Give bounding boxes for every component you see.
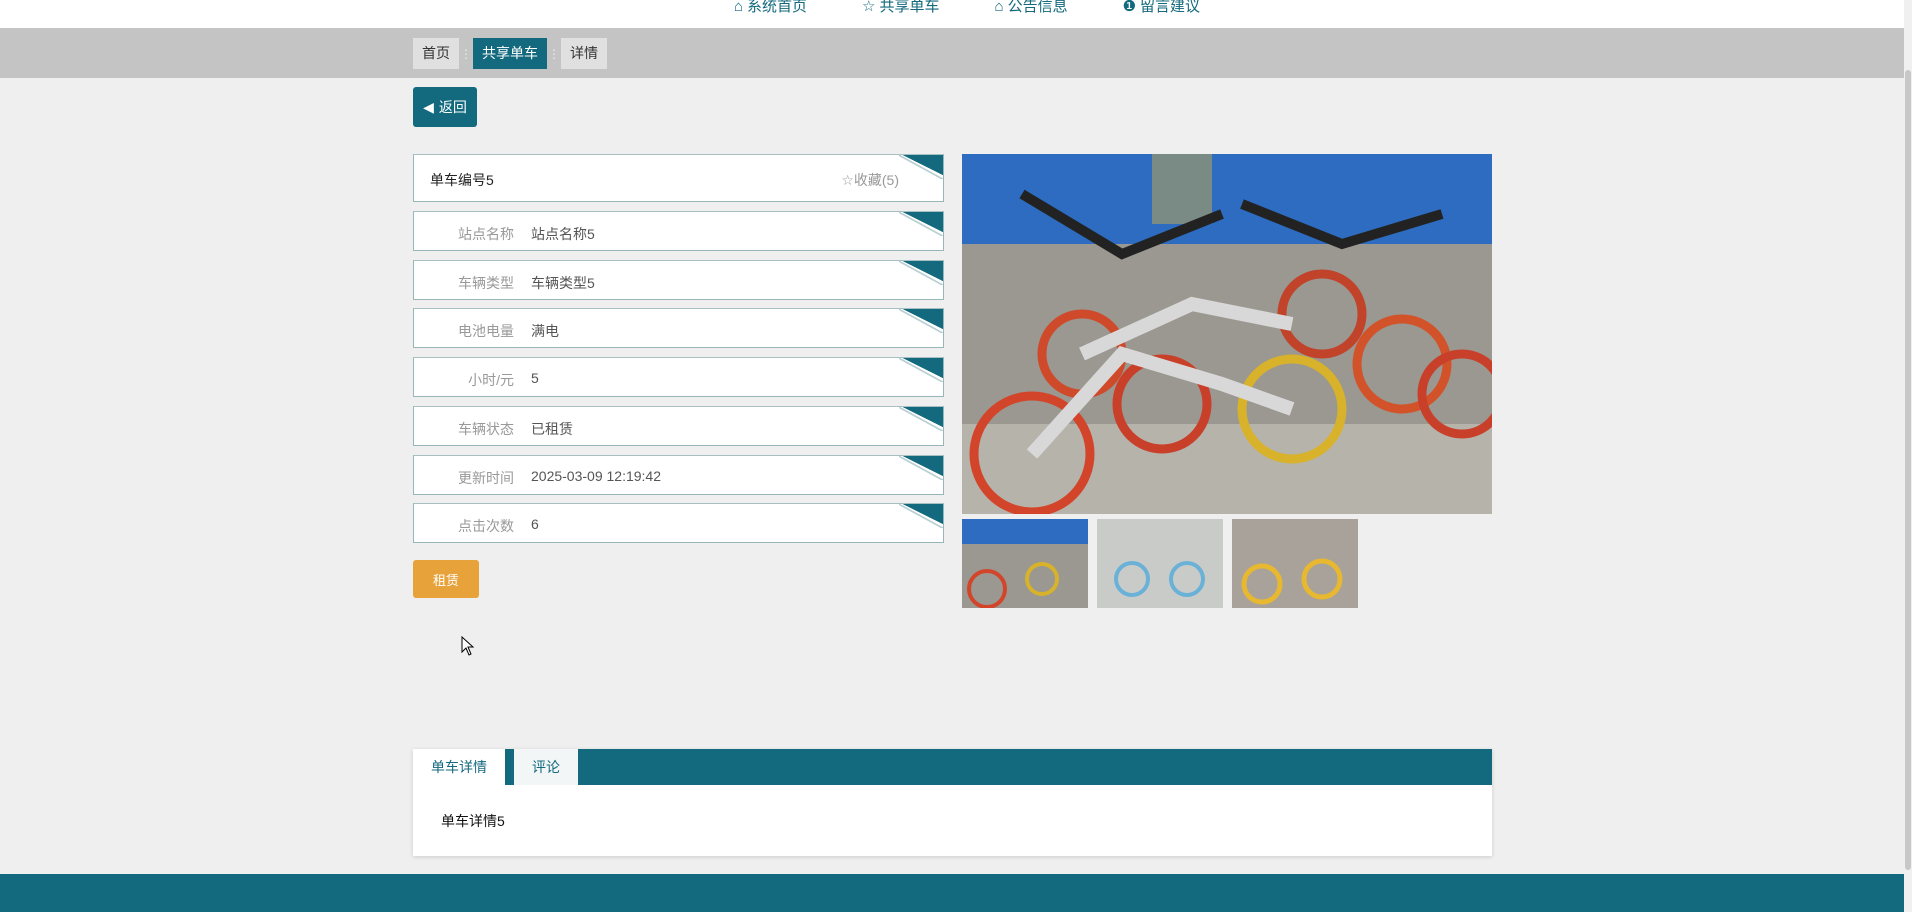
scrollbar-thumb[interactable] (1905, 70, 1911, 870)
thumbnail-1[interactable] (962, 519, 1088, 608)
back-label: 返回 (438, 99, 467, 115)
breadcrumb-bar: 首页 ⋮ 共享单车 ⋮ 详情 (0, 28, 1904, 78)
field-row: 车辆类型 车辆类型5 (413, 259, 944, 300)
corner-decoration (903, 358, 943, 379)
scrollbar[interactable] (1904, 0, 1912, 912)
nav-label: 系统首页 (747, 0, 808, 15)
bike-title: 单车编号5 (430, 172, 494, 188)
thumbnail-2[interactable] (1097, 519, 1223, 608)
breadcrumb-home[interactable]: 首页 (413, 38, 459, 69)
field-value: 满电 (531, 323, 559, 340)
field-value: 5 (531, 370, 539, 387)
field-value: 站点名称5 (531, 226, 595, 242)
corner-decoration (903, 155, 943, 175)
corner-decoration (903, 455, 943, 476)
nav-bikes[interactable]: ☆ 共享单车 (862, 0, 939, 28)
nav-label: 公告信息 (1007, 0, 1068, 15)
field-label: 站点名称 (458, 226, 514, 242)
breadcrumb-detail: 详情 (561, 38, 607, 69)
corner-decoration (903, 260, 943, 281)
thumbnail-3[interactable] (1232, 519, 1358, 608)
field-label: 车辆类型 (458, 274, 514, 291)
bag-icon: ⌂ (994, 0, 1004, 15)
breadcrumb-bikes[interactable]: 共享单车 (473, 38, 547, 69)
tab-bar: 单车详情 评论 (413, 749, 1492, 785)
field-value: 6 (531, 516, 539, 533)
nav-label: 留言建议 (1140, 0, 1201, 15)
top-nav: ⌂ 系统首页 ☆ 共享单车 ⌂ 公告信息 ❶ 留言建议 (0, 0, 1904, 28)
nav-label: 共享单车 (879, 0, 940, 15)
field-label: 车辆状态 (458, 420, 514, 437)
breadcrumb-separator: ⋮ (548, 46, 560, 61)
field-row: 车辆状态 已租赁 (413, 405, 944, 446)
nav-home[interactable]: ⌂ 系统首页 (734, 0, 807, 28)
favorite-button[interactable]: ☆收藏(5) (841, 170, 899, 190)
breadcrumb-separator: ⋮ (460, 46, 472, 61)
field-value: 2025-03-09 12:19:42 (531, 467, 661, 484)
field-label: 小时/元 (468, 372, 514, 389)
rent-button[interactable]: 租赁 (413, 560, 479, 598)
home-icon: ⌂ (733, 0, 744, 15)
field-row: 更新时间 2025-03-09 12:19:42 (413, 454, 944, 495)
corner-decoration (903, 504, 943, 525)
field-label: 更新时间 (458, 469, 514, 486)
nav-feedback[interactable]: ❶ 留言建议 (1123, 0, 1200, 28)
field-row: 小时/元 5 (413, 357, 944, 398)
back-button[interactable]: ◀ 返回 (413, 87, 477, 127)
tab-content: 单车详情5 (441, 813, 505, 829)
star-icon: ☆ (862, 0, 876, 15)
caret-left-icon: ◀ (423, 98, 434, 115)
field-value: 已租赁 (531, 420, 573, 437)
nav-notices[interactable]: ⌂ 公告信息 (995, 0, 1068, 28)
field-value: 车辆类型5 (531, 274, 595, 291)
bike-main-image (962, 154, 1492, 514)
detail-tabs: 单车详情 评论 单车详情5 (413, 749, 1492, 856)
corner-decoration (903, 406, 943, 427)
field-label: 电池电量 (458, 323, 514, 340)
field-row: 电池电量 满电 (413, 308, 944, 349)
field-label: 点击次数 (458, 518, 514, 535)
info-icon: ❶ (1122, 0, 1137, 15)
footer (0, 874, 1904, 912)
breadcrumb: 首页 ⋮ 共享单车 ⋮ 详情 (413, 38, 607, 69)
corner-decoration (903, 309, 943, 330)
field-row: 站点名称 站点名称5 (413, 211, 944, 251)
tab-comments[interactable]: 评论 (514, 749, 578, 785)
tab-bike-detail[interactable]: 单车详情 (413, 749, 505, 785)
field-row: 点击次数 6 (413, 503, 944, 544)
title-row: 单车编号5 ☆收藏(5) (413, 154, 944, 202)
mouse-cursor-icon (461, 636, 475, 656)
corner-decoration (903, 212, 943, 232)
